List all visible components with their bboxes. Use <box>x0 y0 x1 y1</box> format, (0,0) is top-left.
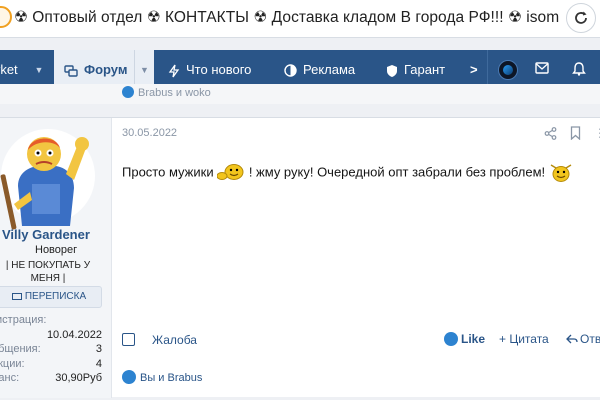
shield-icon <box>387 64 397 77</box>
stat-value: 30,90Руб <box>55 372 102 384</box>
browser-toolbar: ☢ Оптовый отдел ☢ КОНТАКТЫ ☢ Доставка кл… <box>0 0 600 38</box>
post-date[interactable]: 30.05.2022 <box>122 127 177 139</box>
mail-icon[interactable] <box>535 62 549 74</box>
stat-value: 10.04.2022 <box>46 328 102 341</box>
post-text-part2: ! жму руку! Очередной опт забрали без пр… <box>245 164 549 180</box>
user-avatar-image[interactable] <box>0 126 96 232</box>
stat-row: акции: 4 <box>0 358 102 373</box>
previous-reactions-text: Brabus и woko <box>138 87 211 99</box>
marquee-ticker[interactable]: ☢ Оптовый отдел ☢ КОНТАКТЫ ☢ Доставка кл… <box>14 8 559 27</box>
quote-button[interactable]: + Цитата <box>499 332 549 346</box>
stat-key: акции: <box>0 357 25 370</box>
like-label: Like <box>461 332 486 346</box>
like-thumb-icon <box>444 332 458 346</box>
reactions-text: Вы и Brabus <box>140 372 203 384</box>
user-stats: гистрация: 10.04.2022 общения:3 акции:4 … <box>0 314 102 387</box>
user-banner-line2: МЕНЯ | <box>30 273 66 284</box>
lightning-icon <box>168 64 180 77</box>
half-circle-icon <box>284 64 297 77</box>
user-banner-line1: | НЕ ПОКУПАТЬ У <box>5 260 91 271</box>
nav-garant-label: Гарант <box>404 62 446 77</box>
previous-post-reactions[interactable]: Brabus и woko <box>122 86 211 99</box>
like-reaction-icon <box>122 370 136 384</box>
user-banner: | НЕ ПОКУПАТЬ У МЕНЯ | <box>0 259 96 285</box>
nav-more-label: > <box>470 62 478 77</box>
post-reactions[interactable]: Вы и Brabus <box>122 370 202 384</box>
thumbs-up-smiley-icon <box>217 164 244 180</box>
more-options-icon[interactable]: ⋮ <box>594 126 600 140</box>
share-icon[interactable] <box>544 127 557 140</box>
reload-button[interactable] <box>566 3 596 33</box>
user-avatar[interactable] <box>498 60 518 80</box>
stat-row: ланс: 30,90Руб <box>0 372 102 387</box>
stat-value: 3 <box>95 343 102 355</box>
select-post-checkbox[interactable] <box>122 333 135 346</box>
reply-button[interactable]: Отв <box>566 332 600 346</box>
reload-icon <box>575 11 587 24</box>
handshake-smiley-icon <box>550 164 572 182</box>
reply-arrow-icon <box>566 334 578 344</box>
nav-ads-label: Реклама <box>303 62 356 77</box>
reply-label: Отв <box>580 332 600 346</box>
username-link[interactable]: Villy Gardener <box>2 227 90 242</box>
private-message-button[interactable]: ПЕРЕПИСКА <box>0 286 102 308</box>
private-message-label: ПЕРЕПИСКА <box>24 291 87 302</box>
like-button[interactable]: Like <box>444 332 485 346</box>
forum-icon <box>64 64 78 77</box>
previous-post-footer <box>0 84 600 104</box>
stat-key: ланс: <box>0 372 20 384</box>
post-text-part1: Просто мужики <box>122 164 218 180</box>
bookmark-icon[interactable] <box>570 126 581 140</box>
nav-whats-new-label: Что нового <box>186 62 252 77</box>
forum-post: Villy Gardener Новорег | НЕ ПОКУПАТЬ У М… <box>0 117 600 398</box>
stat-key: общения: <box>0 343 41 355</box>
post-user-panel: Villy Gardener Новорег | НЕ ПОКУПАТЬ У М… <box>0 118 112 398</box>
stat-row: общения: 3 <box>0 343 102 358</box>
stat-row: 10.04.2022 <box>0 329 102 344</box>
stat-row: гистрация: <box>0 314 102 329</box>
post-body: Просто мужики ! жму руку! Очередной опт … <box>122 162 592 184</box>
like-reaction-icon <box>122 86 134 98</box>
site-icon[interactable] <box>0 6 12 28</box>
stat-key: гистрация: <box>0 314 47 326</box>
bell-icon[interactable] <box>572 61 586 76</box>
envelope-icon <box>11 293 22 300</box>
report-link[interactable]: Жалоба <box>152 333 197 347</box>
stat-value: 4 <box>95 357 102 370</box>
user-title: Новорег <box>35 244 78 256</box>
nav-forum-label: Форум <box>84 62 128 77</box>
